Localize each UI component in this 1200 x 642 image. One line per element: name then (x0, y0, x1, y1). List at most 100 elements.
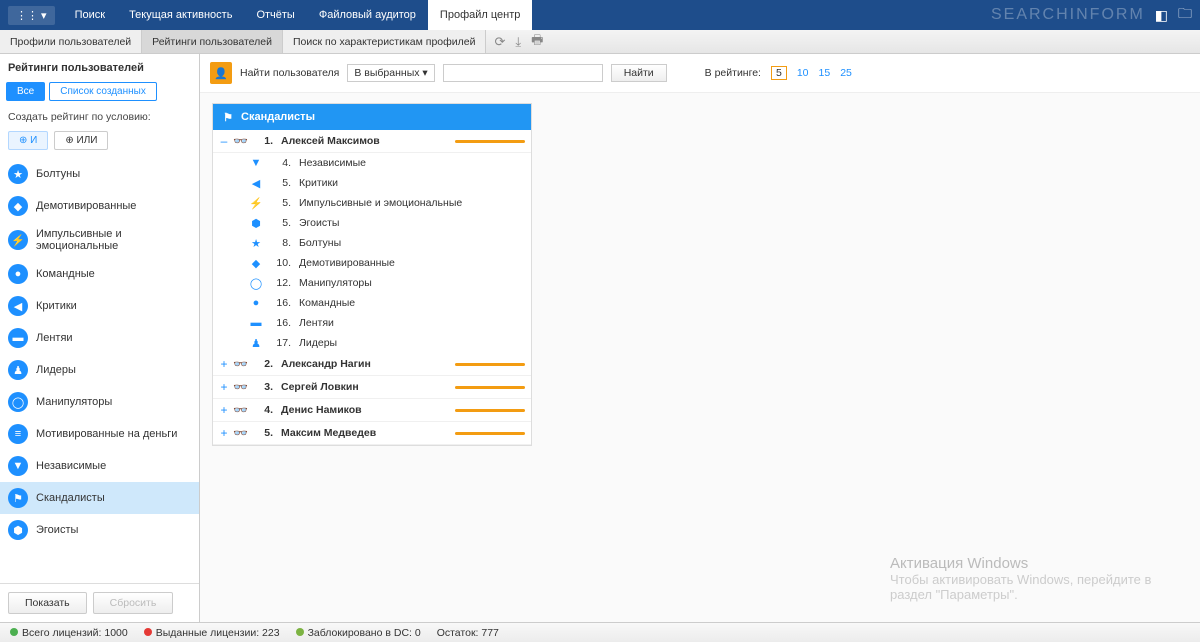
category-item[interactable]: ◆Демотивированные (0, 190, 199, 222)
category-item[interactable]: ◀Критики (0, 290, 199, 322)
category-label: Скандалисты (36, 492, 105, 504)
status-issued: Выданные лицензии: 223 (144, 627, 280, 639)
category-item[interactable]: ⚡Импульсивные и эмоциональные (0, 222, 199, 258)
category-icon: ▼ (8, 456, 28, 476)
detail-rank: 8. (271, 237, 291, 249)
detail-name: Лидеры (299, 337, 525, 349)
ranking-row[interactable]: +👓3.Сергей Ловкин (213, 376, 531, 399)
category-icon: ● (8, 264, 28, 284)
status-blocked: Заблокировано в DC: 0 (296, 627, 421, 639)
category-item[interactable]: ▬Лентяи (0, 322, 199, 354)
logic-and-button[interactable]: ⊕ И (8, 131, 48, 150)
ranking-row[interactable]: +👓2.Александр Нагин (213, 353, 531, 376)
sidebar: Рейтинги пользователей Все Список создан… (0, 54, 200, 622)
category-label: Мотивированные на деньги (36, 428, 177, 440)
category-label: Командные (36, 268, 95, 280)
filter-created[interactable]: Список созданных (49, 82, 157, 101)
category-item[interactable]: ● Командные (0, 258, 199, 290)
glasses-icon: 👓 (233, 403, 247, 417)
category-item[interactable]: ★Болтуны (0, 158, 199, 190)
content-area: 👤 Найти пользователя В выбранных ▾ Найти… (200, 54, 1200, 622)
search-input[interactable] (443, 64, 603, 82)
user-name: Максим Медведев (277, 427, 451, 439)
refresh-icon[interactable]: ⟳ (494, 34, 505, 50)
create-rating-label: Создать рейтинг по условию: (0, 107, 199, 127)
detail-row: ★8.Болтуны (213, 233, 531, 253)
ranking-panel: ⚑ Скандалисты –👓1.Алексей Максимов▼4.Нез… (212, 103, 532, 446)
category-label: Лентяи (36, 332, 73, 344)
expand-icon[interactable]: + (219, 357, 229, 371)
clear-button[interactable]: Сбросить (93, 592, 174, 614)
ranking-row[interactable]: +👓5.Максим Медведев (213, 422, 531, 445)
category-item[interactable]: ⚑Скандалисты (0, 482, 199, 514)
detail-icon: ⬢ (249, 216, 263, 230)
sub-tab-bar: Профили пользователей Рейтинги пользоват… (0, 30, 1200, 54)
nav-profile-center[interactable]: Профайл центр (428, 0, 532, 30)
category-label: Эгоисты (36, 524, 78, 536)
glasses-icon: 👓 (233, 357, 247, 371)
show-button[interactable]: Показать (8, 592, 87, 614)
glasses-icon: 👓 (233, 380, 247, 394)
score-bar (455, 386, 525, 389)
find-button[interactable]: Найти (611, 64, 667, 82)
detail-rank: 4. (271, 157, 291, 169)
sidebar-title: Рейтинги пользователей (0, 54, 199, 82)
filter-all[interactable]: Все (6, 82, 45, 101)
rank-25[interactable]: 25 (840, 67, 852, 79)
detail-rank: 10. (271, 257, 291, 269)
category-label: Независимые (36, 460, 106, 472)
score-bar (455, 140, 525, 143)
detail-icon: ◆ (249, 256, 263, 270)
expand-icon[interactable]: + (219, 403, 229, 417)
category-list: ★Болтуны◆Демотивированные⚡Импульсивные и… (0, 158, 199, 583)
category-label: Манипуляторы (36, 396, 112, 408)
detail-icon: ● (249, 296, 263, 310)
nav-activity[interactable]: Текущая активность (117, 0, 244, 30)
expand-icon[interactable]: + (219, 380, 229, 394)
detail-name: Манипуляторы (299, 277, 525, 289)
cube-icon[interactable]: ◧ (1155, 7, 1168, 24)
detail-icon: ♟ (249, 336, 263, 350)
folder-icon[interactable]: 🗀 (1178, 3, 1192, 27)
export-icon[interactable]: ⤓ (515, 34, 521, 50)
expand-icon[interactable]: – (219, 134, 229, 148)
rank-number: 5. (251, 427, 273, 439)
expand-icon[interactable]: + (219, 426, 229, 440)
category-icon: ⬢ (8, 520, 28, 540)
nav-file-auditor[interactable]: Файловый аудитор (307, 0, 428, 30)
search-bar: 👤 Найти пользователя В выбранных ▾ Найти… (200, 54, 1200, 93)
rank-5[interactable]: 5 (771, 66, 787, 80)
user-name: Александр Нагин (277, 358, 451, 370)
status-remain: Остаток: 777 (437, 627, 499, 639)
category-item[interactable]: ⬢ Эгоисты (0, 514, 199, 546)
rank-15[interactable]: 15 (819, 67, 831, 79)
subtab-ratings[interactable]: Рейтинги пользователей (142, 30, 283, 53)
category-icon: ≡ (8, 424, 28, 444)
category-icon: ◆ (8, 196, 28, 216)
ranking-row[interactable]: +👓4.Денис Намиков (213, 399, 531, 422)
category-icon: ◯ (8, 392, 28, 412)
logic-or-button[interactable]: ⊕ ИЛИ (54, 131, 108, 150)
detail-icon: ★ (249, 236, 263, 250)
rank-number: 3. (251, 381, 273, 393)
nav-reports[interactable]: Отчёты (244, 0, 306, 30)
detail-rank: 5. (271, 197, 291, 209)
subtab-search-profiles[interactable]: Поиск по характеристикам профилей (283, 30, 486, 53)
app-menu-button[interactable]: ⋮⋮ ▾ (8, 6, 55, 25)
nav-search[interactable]: Поиск (63, 0, 117, 30)
detail-rank: 16. (271, 317, 291, 329)
detail-icon: ▬ (249, 316, 263, 330)
category-item[interactable]: ♟Лидеры (0, 354, 199, 386)
print-icon[interactable]: 🖶 (531, 31, 543, 53)
category-item[interactable]: ▼ Независимые (0, 450, 199, 482)
category-label: Лидеры (36, 364, 76, 376)
scope-select[interactable]: В выбранных ▾ (347, 64, 434, 82)
category-item[interactable]: ◯ Манипуляторы (0, 386, 199, 418)
category-item[interactable]: ≡ Мотивированные на деньги (0, 418, 199, 450)
category-label: Болтуны (36, 168, 80, 180)
rank-label: В рейтинге: (705, 67, 761, 79)
subtab-profiles[interactable]: Профили пользователей (0, 30, 142, 53)
rank-10[interactable]: 10 (797, 67, 809, 79)
ranking-row[interactable]: –👓1.Алексей Максимов (213, 130, 531, 153)
detail-row: ◆10.Демотивированные (213, 253, 531, 273)
